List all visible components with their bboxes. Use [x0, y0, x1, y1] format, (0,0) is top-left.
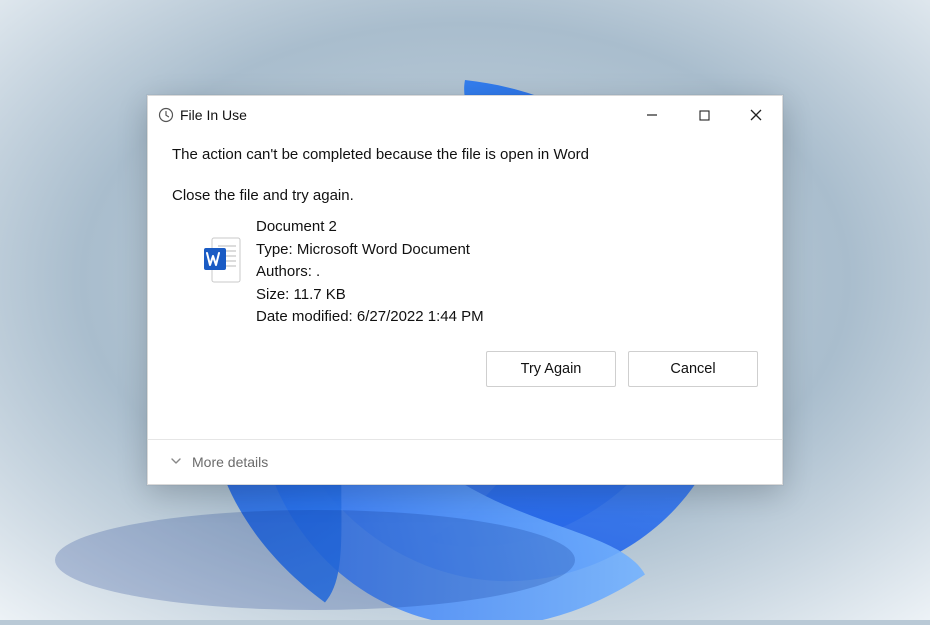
word-document-icon	[202, 236, 242, 284]
file-modified-line: Date modified: 6/27/2022 1:44 PM	[256, 306, 484, 329]
cancel-button[interactable]: Cancel	[628, 351, 758, 387]
file-authors-line: Authors: .	[256, 261, 484, 284]
file-size-line: Size: 11.7 KB	[256, 284, 484, 307]
file-info-row: Document 2 Type: Microsoft Word Document…	[172, 216, 758, 329]
titlebar: File In Use	[148, 96, 782, 134]
file-details: Document 2 Type: Microsoft Word Document…	[256, 216, 484, 329]
more-details-label: More details	[192, 454, 268, 470]
minimize-button[interactable]	[626, 96, 678, 134]
dialog-body: The action can't be completed because th…	[148, 134, 782, 439]
clock-history-icon	[158, 107, 174, 123]
maximize-button[interactable]	[678, 96, 730, 134]
more-details-toggle[interactable]: More details	[148, 439, 782, 484]
dialog-title: File In Use	[180, 107, 247, 123]
try-again-button[interactable]: Try Again	[486, 351, 616, 387]
file-in-use-dialog: File In Use The action can't be complete…	[147, 95, 783, 485]
file-name: Document 2	[256, 216, 484, 239]
maximize-icon	[699, 110, 710, 121]
message-sub: Close the file and try again.	[172, 187, 758, 204]
minimize-icon	[646, 109, 658, 121]
chevron-down-icon	[170, 454, 182, 470]
close-icon	[750, 109, 762, 121]
close-button[interactable]	[730, 96, 782, 134]
button-row: Try Again Cancel	[172, 351, 758, 387]
message-main: The action can't be completed because th…	[172, 146, 758, 163]
window-controls	[626, 96, 782, 133]
file-type-line: Type: Microsoft Word Document	[256, 239, 484, 262]
